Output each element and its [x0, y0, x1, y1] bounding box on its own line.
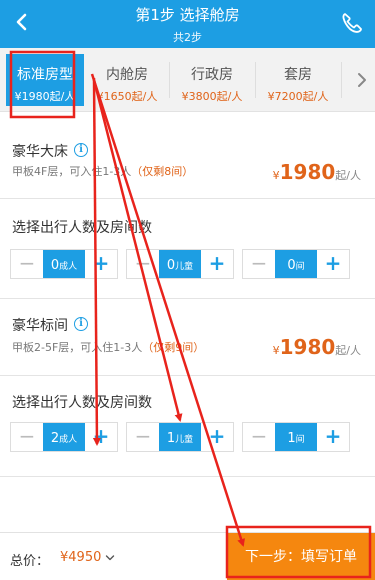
- increment-button[interactable]: +: [317, 423, 349, 451]
- child-stepper: − 1儿童 +: [126, 422, 234, 452]
- room-price: ¥1980起/人: [273, 335, 361, 359]
- decrement-button[interactable]: −: [11, 423, 43, 451]
- tab-standard[interactable]: 标准房型 ¥1980起/人: [6, 54, 84, 106]
- divider: [0, 476, 375, 477]
- price-value: 1980: [279, 335, 336, 359]
- tab-inside[interactable]: 内舱房 ¥1650起/人: [86, 54, 168, 106]
- info-icon[interactable]: i: [74, 143, 88, 157]
- tab-divider: [341, 62, 342, 98]
- decrement-button[interactable]: −: [127, 423, 159, 451]
- tab-price: ¥7200起/人: [267, 90, 329, 103]
- guest-count-title: 选择出行人数及房间数: [12, 395, 152, 411]
- child-count[interactable]: 0儿童: [159, 250, 201, 278]
- room-count[interactable]: 0间: [275, 250, 317, 278]
- price-unit: 起/人: [335, 344, 361, 357]
- price-currency: ¥: [272, 169, 280, 182]
- price-value: 1980: [279, 160, 336, 184]
- room-name: 豪华标间: [12, 318, 68, 334]
- annotation-arrow: [90, 73, 245, 547]
- page-title: 第1步 选择舱房: [135, 6, 240, 24]
- tab-price: ¥3800起/人: [181, 90, 243, 103]
- room-description: 甲板2-5F层，可入住1-3人（仅剩9间）: [12, 339, 204, 355]
- guest-count-title: 选择出行人数及房间数: [12, 220, 152, 236]
- room-name: 豪华大床: [12, 144, 68, 160]
- tab-price: ¥1650起/人: [96, 90, 158, 103]
- tab-label: 套房: [284, 67, 312, 83]
- room-deck-capacity: 甲板2-5F层，可入住1-3人: [12, 341, 143, 354]
- cabin-type-tabs: 标准房型 ¥1980起/人 内舱房 ¥1650起/人 行政房 ¥3800起/人 …: [0, 48, 375, 112]
- active-tab-pointer: [35, 112, 51, 120]
- tab-label: 标准房型: [17, 67, 73, 83]
- decrement-button[interactable]: −: [127, 250, 159, 278]
- increment-button[interactable]: +: [85, 250, 117, 278]
- child-count[interactable]: 1儿童: [159, 423, 201, 451]
- increment-button[interactable]: +: [201, 423, 233, 451]
- total-price[interactable]: ¥4950: [60, 550, 101, 565]
- info-icon[interactable]: i: [74, 317, 88, 331]
- room-price: ¥1980起/人: [273, 160, 361, 184]
- next-step-button[interactable]: 下一步：填写订单: [227, 533, 375, 580]
- decrement-button[interactable]: −: [243, 250, 275, 278]
- tab-suite[interactable]: 套房 ¥7200起/人: [256, 54, 340, 106]
- room-count[interactable]: 1间: [275, 423, 317, 451]
- price-currency: ¥: [272, 344, 280, 357]
- bottom-bar: 总价： ¥4950 下一步：填写订单: [0, 532, 375, 580]
- decrement-button[interactable]: −: [243, 423, 275, 451]
- child-stepper: − 0儿童 +: [126, 249, 234, 279]
- page-subtitle: 共2步: [173, 31, 202, 44]
- adult-count[interactable]: 2成人: [43, 423, 85, 451]
- divider: [0, 298, 375, 299]
- phone-button[interactable]: [337, 6, 365, 38]
- rooms-remaining: （仅剩9间）: [142, 341, 205, 354]
- divider: [0, 198, 375, 199]
- tab-label: 内舱房: [106, 67, 148, 83]
- increment-button[interactable]: +: [85, 423, 117, 451]
- chevron-down-icon[interactable]: [105, 553, 115, 563]
- total-label: 总价：: [10, 554, 50, 569]
- chevron-right-icon: [358, 73, 366, 87]
- tab-executive[interactable]: 行政房 ¥3800起/人: [170, 54, 254, 106]
- divider: [0, 375, 375, 376]
- room-deck-capacity: 甲板4F层，可入住1-3人: [12, 165, 132, 178]
- adult-count[interactable]: 0成人: [43, 250, 85, 278]
- room-description: 甲板4F层，可入住1-3人（仅剩8间）: [12, 163, 193, 179]
- adult-stepper: − 0成人 +: [10, 249, 118, 279]
- adult-stepper: − 2成人 +: [10, 422, 118, 452]
- rooms-remaining: （仅剩8间）: [131, 165, 194, 178]
- decrement-button[interactable]: −: [11, 250, 43, 278]
- tab-label: 行政房: [191, 67, 233, 83]
- phone-icon: [342, 13, 362, 33]
- price-unit: 起/人: [335, 169, 361, 182]
- tabs-more-button[interactable]: [349, 54, 375, 106]
- tab-price: ¥1980起/人: [14, 90, 76, 103]
- header-bar: 第1步 选择舱房 共2步: [0, 0, 375, 48]
- increment-button[interactable]: +: [317, 250, 349, 278]
- room-stepper: − 1间 +: [242, 422, 350, 452]
- increment-button[interactable]: +: [201, 250, 233, 278]
- room-stepper: − 0间 +: [242, 249, 350, 279]
